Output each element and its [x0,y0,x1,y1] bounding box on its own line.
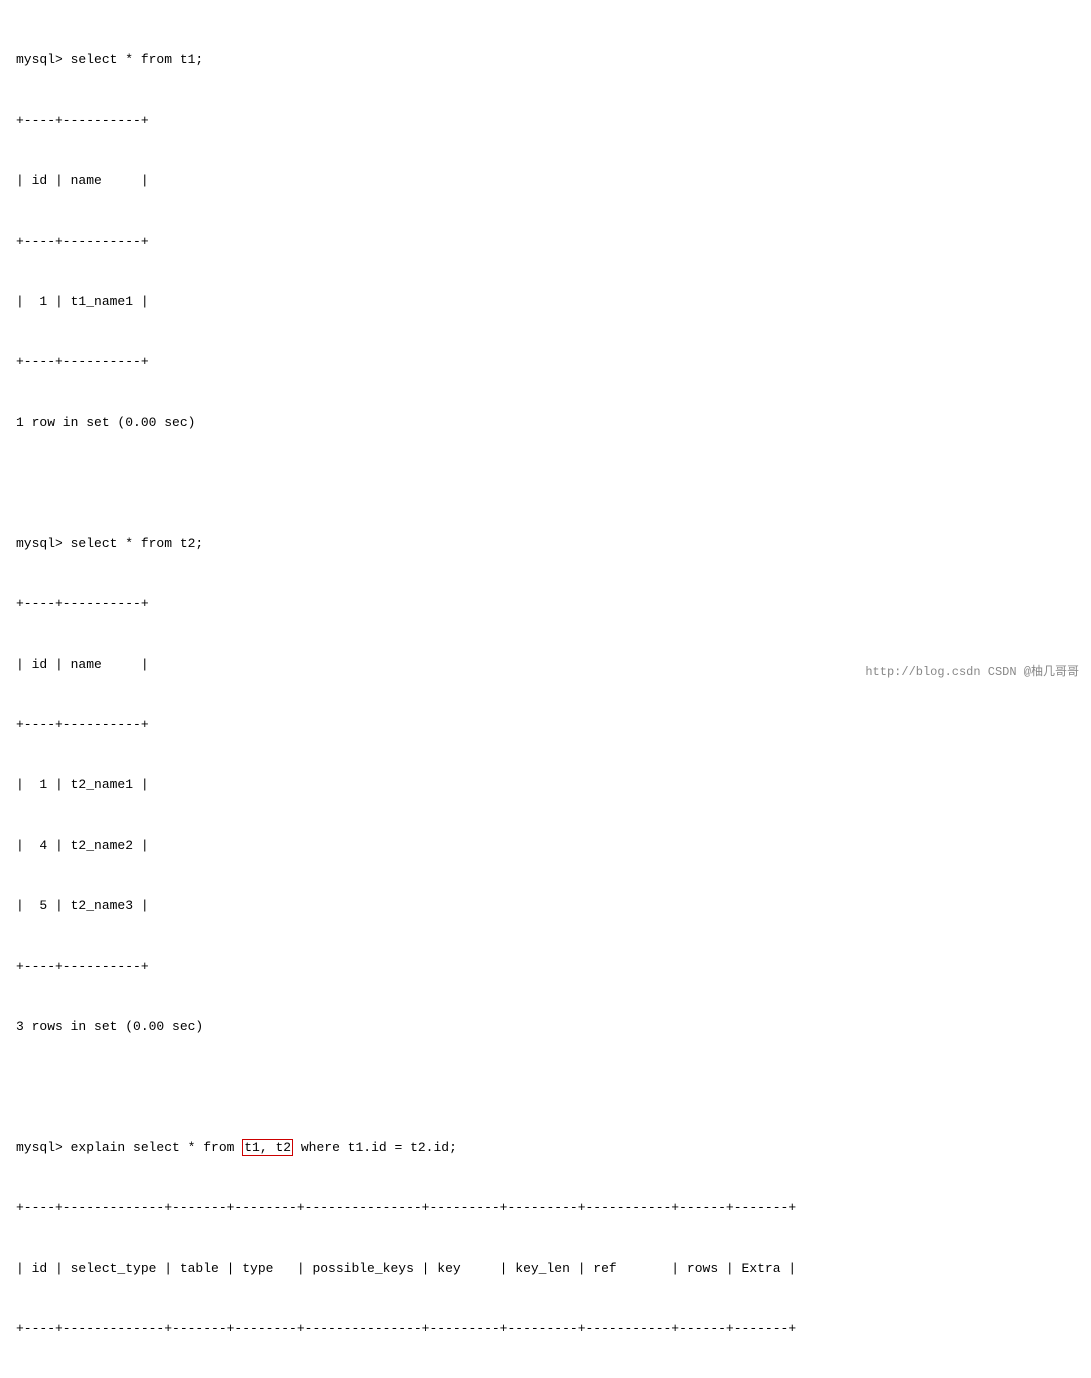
terminal-output: mysql> select * from t1; +----+---------… [16,10,1075,1378]
line-12: +----+----------+ [16,715,1075,735]
line-21: | id | select_type | table | type | poss… [16,1259,1075,1279]
line-4: +----+----------+ [16,232,1075,252]
highlight-t1t2-first: t1, t2 [242,1139,293,1156]
watermark: http://blog.csdn CSDN @柚几哥哥 [865,663,1079,681]
line-6: +----+----------+ [16,352,1075,372]
line-2: +----+----------+ [16,111,1075,131]
line-15: | 5 | t2_name3 | [16,896,1075,916]
line-7: 1 row in set (0.00 sec) [16,413,1075,433]
line-19: mysql> explain select * from t1, t2 wher… [16,1138,1075,1158]
line-16: +----+----------+ [16,957,1075,977]
line-13: | 1 | t2_name1 | [16,775,1075,795]
line-8 [16,473,1075,493]
line-22: +----+-------------+-------+--------+---… [16,1319,1075,1339]
line-18 [16,1077,1075,1097]
line-10: +----+----------+ [16,594,1075,614]
line-17: 3 rows in set (0.00 sec) [16,1017,1075,1037]
line-14: | 4 | t2_name2 | [16,836,1075,856]
line-5: | 1 | t1_name1 | [16,292,1075,312]
line-9: mysql> select * from t2; [16,534,1075,554]
line-20: +----+-------------+-------+--------+---… [16,1198,1075,1218]
line-3: | id | name | [16,171,1075,191]
line-1: mysql> select * from t1; [16,50,1075,70]
